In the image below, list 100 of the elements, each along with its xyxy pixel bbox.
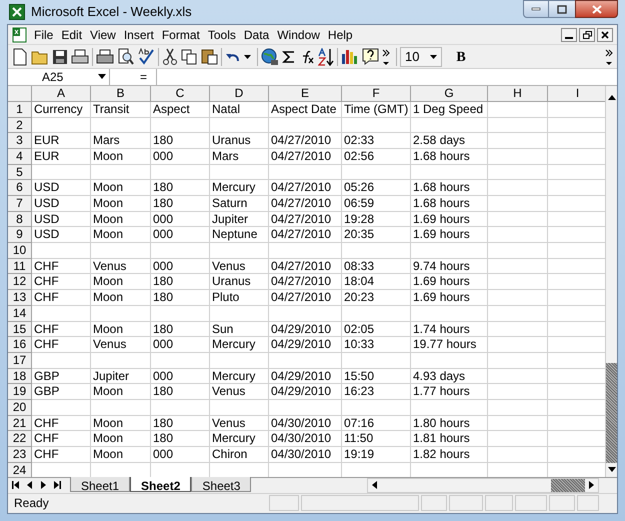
table-cell: CHF <box>32 290 91 306</box>
table-cell: Aspect Date <box>269 102 342 118</box>
table-cell <box>488 416 548 432</box>
row-header[interactable]: 6 <box>8 180 32 196</box>
paste-icon[interactable] <box>201 48 218 65</box>
window-title: Microsoft Excel - Weekly.xls <box>31 3 192 22</box>
row-header[interactable]: 5 <box>8 164 32 180</box>
globe-icon[interactable] <box>261 48 279 66</box>
table-cell <box>342 118 411 134</box>
column-header[interactable]: H <box>488 86 548 102</box>
column-header[interactable]: B <box>91 86 151 102</box>
row-header[interactable]: 14 <box>8 306 32 322</box>
row-header[interactable]: 1 <box>8 102 32 118</box>
column-header[interactable]: A <box>32 86 91 102</box>
table-cell: Moon <box>91 274 151 290</box>
menu-item[interactable]: Window <box>277 26 320 44</box>
spelling-check-icon[interactable] <box>137 48 155 65</box>
row-header[interactable]: 17 <box>8 352 32 369</box>
bar-chart-icon[interactable] <box>341 48 359 65</box>
folder-icon[interactable] <box>31 48 49 64</box>
table-cell <box>91 243 151 259</box>
new-document-icon[interactable] <box>12 48 28 66</box>
save-icon[interactable] <box>52 48 68 64</box>
font-size-dropdown[interactable]: 10 <box>400 46 442 66</box>
column-header[interactable]: C <box>151 86 210 102</box>
row-header[interactable]: 23 <box>8 447 32 463</box>
column-header[interactable]: F <box>342 86 411 102</box>
row-header[interactable]: 10 <box>8 243 32 259</box>
row-header[interactable]: 15 <box>8 322 32 338</box>
sum-icon[interactable] <box>282 50 296 64</box>
dropdown-arrow-icon[interactable] <box>98 74 106 80</box>
row-header[interactable]: 7 <box>8 196 32 212</box>
row-header[interactable]: 2 <box>8 118 32 134</box>
toolbar-overflow-icon[interactable] <box>382 48 390 64</box>
workbook-restore-button[interactable] <box>579 28 595 42</box>
workbook-icon[interactable] <box>12 26 28 43</box>
table-cell <box>32 352 91 369</box>
scroll-left-arrow-icon[interactable] <box>372 481 377 490</box>
scroll-thumb[interactable] <box>551 478 585 492</box>
menu-item[interactable]: View <box>90 26 116 44</box>
sheet-tab[interactable]: Sheet3 <box>191 477 252 492</box>
row-header[interactable]: 16 <box>8 337 32 353</box>
row-header[interactable]: 11 <box>8 258 32 274</box>
row-header[interactable]: 20 <box>8 400 32 416</box>
table-cell: Venus <box>91 337 151 353</box>
menu-item[interactable]: Data <box>244 26 270 44</box>
maximize-button[interactable] <box>549 0 575 18</box>
row-header[interactable]: 18 <box>8 368 32 384</box>
close-button[interactable] <box>575 0 618 18</box>
horizontal-scrollbar[interactable] <box>367 478 599 493</box>
table-cell <box>151 243 210 259</box>
table-cell: 06:59 <box>342 196 411 212</box>
scroll-up-arrow-icon[interactable] <box>608 94 616 100</box>
sheet-tab[interactable]: Sheet1 <box>70 477 130 492</box>
menu-item[interactable]: Tools <box>208 26 236 44</box>
row-header[interactable]: 3 <box>8 133 32 149</box>
scissors-icon[interactable] <box>162 48 178 65</box>
scroll-down-arrow-icon[interactable] <box>608 467 616 472</box>
workbook-close-button[interactable] <box>597 28 613 42</box>
column-header[interactable]: I <box>548 86 605 102</box>
row-header[interactable]: 21 <box>8 416 32 432</box>
row-header[interactable]: 13 <box>8 290 32 306</box>
table-cell: Mercury <box>210 180 269 196</box>
column-header[interactable]: D <box>210 86 269 102</box>
menu-item[interactable]: File <box>34 26 54 44</box>
table-cell <box>488 227 548 244</box>
copy-icon[interactable] <box>181 48 198 64</box>
row-header[interactable]: 24 <box>8 462 32 477</box>
print-icon[interactable] <box>96 48 114 64</box>
vertical-scrollbar[interactable] <box>605 86 617 477</box>
table-cell <box>342 352 411 369</box>
table-cell: CHF <box>32 431 91 448</box>
row-header[interactable]: 22 <box>8 431 32 448</box>
scroll-right-arrow-icon[interactable] <box>589 481 594 490</box>
sort-ascending-icon[interactable] <box>318 48 334 66</box>
row-header[interactable]: 19 <box>8 384 32 400</box>
workbook-minimize-button[interactable] <box>561 28 577 42</box>
sheet-tab[interactable]: Sheet2 <box>130 477 192 492</box>
row-header[interactable]: 8 <box>8 212 32 228</box>
menu-item[interactable]: Insert <box>124 26 154 44</box>
table-cell: 1 Deg Speed <box>411 102 488 118</box>
menu-item[interactable]: Edit <box>61 26 82 44</box>
minimize-button[interactable] <box>523 0 549 18</box>
print-preview-icon[interactable] <box>117 48 134 65</box>
dropdown-arrow-icon[interactable] <box>244 54 251 58</box>
table-cell: 9.74 hours <box>411 258 488 274</box>
table-cell <box>32 306 91 322</box>
row-header[interactable]: 9 <box>8 227 32 244</box>
bold-button[interactable]: B <box>451 46 471 66</box>
scroll-thumb[interactable] <box>606 362 617 463</box>
printer-icon[interactable] <box>71 48 89 64</box>
help-icon[interactable] <box>362 48 379 65</box>
row-header[interactable]: 4 <box>8 148 32 165</box>
table-cell: 04/27/2010 <box>269 196 342 212</box>
menu-item[interactable]: Format <box>162 26 200 44</box>
menu-item[interactable]: Help <box>328 26 353 44</box>
column-header[interactable]: G <box>411 86 488 102</box>
toolbar-overflow-icon[interactable] <box>605 48 613 64</box>
column-header[interactable]: E <box>269 86 342 102</box>
row-header[interactable]: 12 <box>8 274 32 290</box>
